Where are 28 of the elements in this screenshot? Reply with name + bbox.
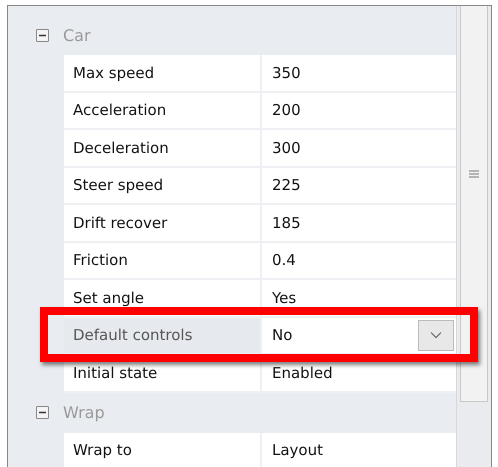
property-value: 350 — [272, 64, 301, 82]
property-value: Yes — [272, 288, 296, 307]
property-name[interactable]: Deceleration — [64, 130, 262, 166]
category-title: Wrap — [63, 403, 105, 422]
grip-icon — [469, 170, 479, 178]
property-value: Enabled — [272, 364, 333, 382]
property-value: 225 — [272, 176, 301, 194]
property-value: 200 — [272, 101, 301, 120]
property-name[interactable]: Steer speed — [64, 168, 262, 203]
property-value: 0.4 — [272, 251, 296, 270]
property-value: Layout — [272, 441, 323, 460]
scrollbar[interactable] — [456, 6, 491, 467]
category-title: Car — [63, 26, 91, 44]
property-name[interactable]: Acceleration — [64, 92, 262, 128]
scroll-thumb[interactable] — [460, 6, 488, 402]
property-value: No — [272, 326, 292, 344]
property-name[interactable]: Default controls — [64, 318, 262, 353]
property-value: 300 — [272, 138, 301, 157]
property-name[interactable]: Initial state — [64, 355, 262, 390]
collapse-icon[interactable] — [36, 28, 49, 42]
property-value: 185 — [272, 214, 301, 232]
property-name[interactable]: Drift recover — [64, 205, 262, 240]
collapse-icon[interactable] — [36, 406, 49, 419]
property-name[interactable]: Friction — [64, 242, 262, 278]
caret-icon — [430, 331, 442, 340]
property-name[interactable]: Max speed — [64, 55, 262, 90]
property-name[interactable]: Set angle — [64, 280, 262, 316]
property-name[interactable]: Wrap to — [64, 432, 262, 467]
